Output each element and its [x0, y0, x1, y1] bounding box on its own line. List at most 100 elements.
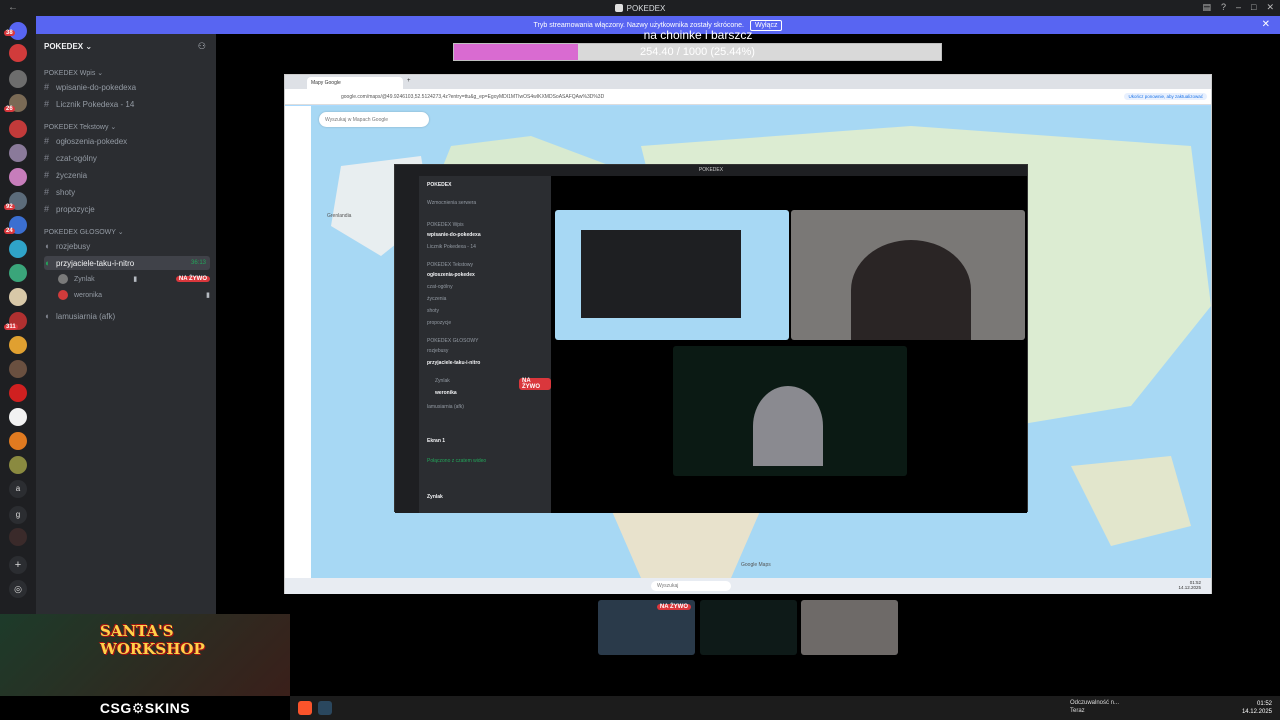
voice-channel-item[interactable]: ◖ lamusiarnia (afk) [44, 309, 210, 323]
nested-line: POKEDEX Wpis [427, 222, 464, 228]
minimize-icon[interactable]: – [1236, 2, 1241, 13]
discover-icon[interactable]: ◎ [9, 580, 27, 598]
voice-channel-active[interactable]: ◖ przyjaciele-taku-i-nitro 36:13 [44, 256, 210, 270]
channel-item[interactable]: # czat-ogólny [44, 151, 210, 165]
update-pill[interactable]: Ukończ ponownie, aby zaktualizować [1124, 93, 1207, 100]
nested-line: rozjebusy [427, 348, 449, 354]
voice-timer: 36:13 [190, 260, 206, 266]
nested-line: Ekran 1 [427, 438, 446, 444]
maximize-icon[interactable]: □ [1251, 2, 1256, 13]
channel-item[interactable]: # wpisanie-do-pokedexa [44, 80, 210, 94]
nested-discord-window: POKEDEX POKEDEX Wzmocnienia serwera POKE… [394, 164, 1028, 513]
banner-close-icon[interactable]: ✕ [1262, 19, 1270, 30]
invite-people-icon[interactable]: ⚇ [198, 41, 206, 52]
donation-goal-bar: 254.40 / 1000 (25.44%) [453, 43, 942, 61]
nested-line: czat-ogólny [427, 284, 453, 290]
server-icon[interactable] [9, 336, 27, 354]
server-icon[interactable] [9, 70, 27, 88]
nested-line: wpisanie-do-pokedexa [427, 232, 481, 238]
url-text[interactable]: google.com/maps/@49.9246103,52.5124273,4… [341, 94, 604, 100]
speaker-icon: ◖ [44, 258, 50, 268]
category-header[interactable]: POKEDEX Wpis ⌄ [44, 69, 103, 77]
server-icon[interactable] [9, 384, 27, 402]
voice-channel-item[interactable]: ◖ rozjebusy [44, 239, 210, 253]
voice-member[interactable]: Zynlak ▮ NA ŻYWO [58, 274, 210, 284]
server-icon[interactable] [9, 240, 27, 258]
server-name[interactable]: POKEDEX ⌄ [44, 42, 92, 51]
nested-line: życzenia [427, 296, 447, 302]
hash-icon: # [44, 153, 50, 163]
server-rail: 38 26 92 24 311 a g + ◎ [0, 16, 36, 696]
server-icon[interactable] [9, 264, 27, 282]
server-icon[interactable] [9, 44, 27, 62]
camera-tile[interactable] [673, 346, 907, 476]
back-arrow-icon[interactable]: ← [8, 2, 18, 13]
map-label: Google Maps [741, 562, 771, 568]
channel-sidebar: POKEDEX ⌄ ⚇ POKEDEX Wpis ⌄ # wpisanie-do-… [36, 34, 216, 696]
discord-logo-icon [614, 4, 623, 12]
inner-taskbar: Wyszukaj 01:52 14.12.2025 [285, 578, 1211, 594]
hash-icon: # [44, 204, 50, 214]
notification-text[interactable]: Odczuwalność n... Teraz [1070, 699, 1119, 715]
camera-thumbnail[interactable] [801, 600, 898, 655]
browser-tab[interactable]: Mapy Google [307, 77, 403, 89]
server-icon[interactable] [9, 432, 27, 450]
server-icon[interactable]: g [9, 506, 27, 524]
hash-icon: # [44, 170, 50, 180]
inbox-icon[interactable]: ▤ [1202, 2, 1211, 13]
channel-item[interactable]: # shoty [44, 185, 210, 199]
steam-icon[interactable] [318, 701, 332, 715]
category-header[interactable]: POKEDEX GŁOSOWY ⌄ [44, 228, 124, 236]
nested-line: propozycje [427, 320, 452, 326]
hash-icon: # [44, 99, 50, 109]
goal-title: na choinke i barszcz [643, 28, 753, 42]
nested-line: Zynlak [427, 494, 443, 500]
nested-channel-sidebar: POKEDEX Wzmocnienia serwera POKEDEX Wpis… [419, 176, 551, 513]
speaker-icon: ◖ [44, 311, 50, 321]
server-icon[interactable] [9, 144, 27, 162]
system-clock[interactable]: 01:52 14.12.2025 [1242, 700, 1272, 716]
camera-thumbnail[interactable] [700, 600, 797, 655]
inner-clock: 01:52 14.12.2025 [1178, 580, 1201, 590]
avatar [58, 274, 68, 284]
category-header[interactable]: POKEDEX Tekstowy ⌄ [44, 123, 116, 131]
brave-browser-icon[interactable] [298, 701, 312, 715]
inner-taskbar-search[interactable]: Wyszukaj [651, 581, 731, 591]
hash-icon: # [44, 187, 50, 197]
nested-line: Wzmocnienia serwera [427, 200, 477, 206]
server-icon[interactable] [9, 168, 27, 186]
help-icon[interactable]: ? [1221, 2, 1226, 13]
server-icon[interactable] [9, 120, 27, 138]
nested-line: przyjaciele-taku-i-nitro [427, 360, 481, 366]
new-tab-icon[interactable]: + [407, 78, 411, 84]
server-icon[interactable] [9, 288, 27, 306]
server-icon[interactable] [9, 456, 27, 474]
camera-icon: ▮ [133, 276, 138, 283]
channel-item[interactable]: # ogłoszenia-pokedex [44, 134, 210, 148]
nested-line: lamusiarnia (afk) [427, 404, 464, 410]
server-icon[interactable]: a [9, 480, 27, 498]
server-icon[interactable] [9, 528, 27, 546]
sponsor-brand: CSG⚙SKINS [0, 696, 290, 720]
camera-icon: ▮ [206, 292, 210, 299]
ad-title: SANTA'S WORKSHOP [100, 622, 205, 658]
close-icon[interactable]: ✕ [1266, 2, 1274, 13]
screen-share-tile[interactable] [555, 210, 789, 340]
voice-member[interactable]: weronika ▮ [58, 290, 210, 300]
avatar [58, 290, 68, 300]
speaker-icon: ◖ [44, 241, 50, 251]
maps-search-input[interactable]: Wyszukaj w Mapach Google [319, 112, 429, 127]
stream-thumbnail[interactable]: NA ŻYWO [598, 600, 695, 655]
channel-item[interactable]: # propozycje [44, 202, 210, 216]
server-icon[interactable] [9, 408, 27, 426]
window-title: POKEDEX [626, 3, 666, 13]
camera-tile[interactable] [791, 210, 1025, 340]
sponsor-ad-banner[interactable]: SANTA'S WORKSHOP [0, 614, 290, 696]
add-server-icon[interactable]: + [9, 556, 27, 574]
maps-side-panel [285, 106, 311, 578]
title-bar: ← POKEDEX ▤ ? – □ ✕ [0, 0, 1280, 16]
server-icon[interactable] [9, 360, 27, 378]
nested-server-rail [395, 176, 419, 513]
channel-item[interactable]: # Licznik Pokedexa - 14 [44, 97, 210, 111]
channel-item[interactable]: # życzenia [44, 168, 210, 182]
